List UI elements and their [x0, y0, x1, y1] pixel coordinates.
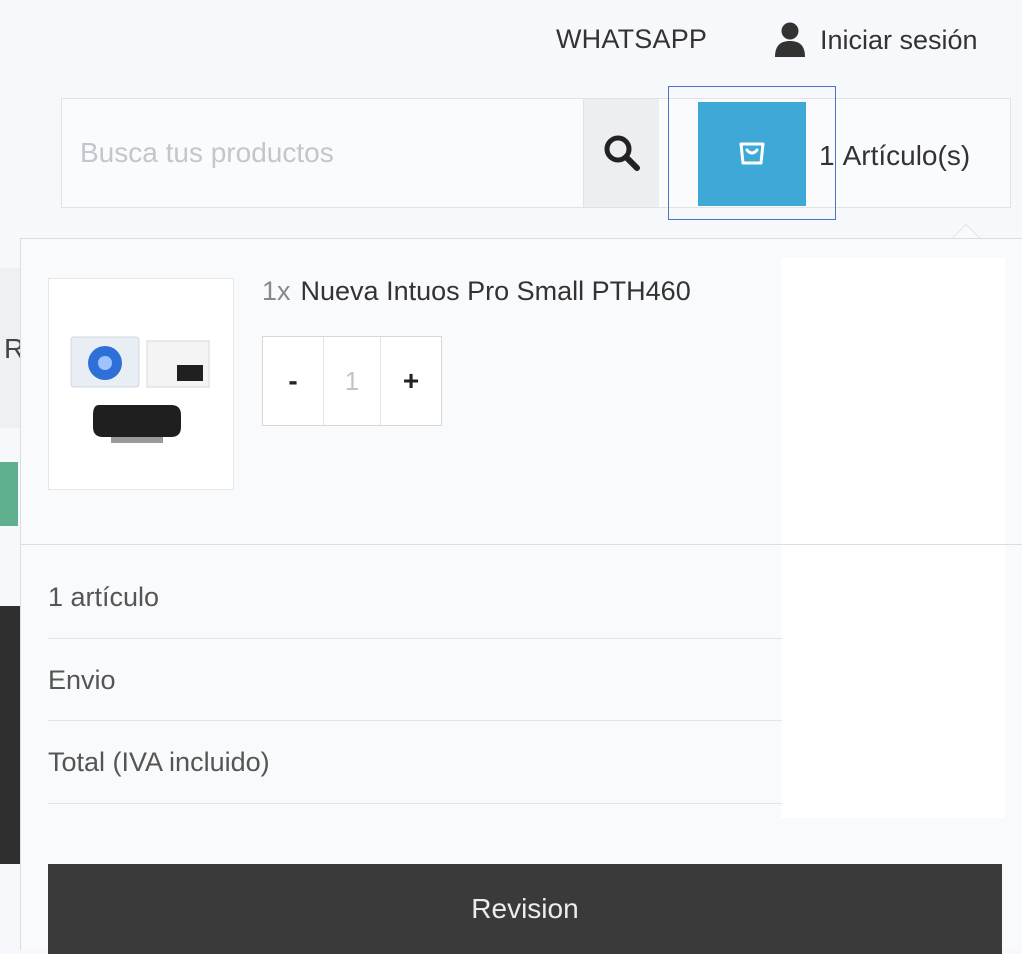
divider	[48, 803, 782, 804]
summary-items-label: 1 artículo	[48, 582, 160, 612]
background-banner-dark	[0, 606, 20, 864]
cart-item-name[interactable]: Nueva Intuos Pro Small PTH460	[301, 276, 691, 306]
checkout-button[interactable]: Revision	[48, 864, 1002, 954]
divider	[48, 720, 782, 721]
divider	[20, 544, 1022, 545]
summary-shipping-label: Envio	[48, 665, 116, 695]
summary-total-label: Total (IVA incluido)	[48, 747, 270, 777]
cart-count-label: Artículo(s)	[842, 140, 971, 171]
user-icon	[775, 22, 805, 57]
cart-count[interactable]: 1 Artículo(s)	[819, 140, 970, 172]
cart-item-quantity-prefix: 1x	[262, 276, 291, 306]
cart-item-title: 1x Nueva Intuos Pro Small PTH460	[262, 276, 691, 307]
product-image[interactable]	[48, 278, 234, 490]
divider	[48, 638, 782, 639]
search-icon	[604, 135, 640, 171]
increment-button[interactable]: +	[381, 337, 441, 425]
shopping-bag-icon	[739, 142, 765, 165]
dropdown-caret	[952, 224, 980, 238]
whatsapp-link[interactable]: WHATSAPP	[556, 24, 707, 55]
quantity-value[interactable]: 1	[323, 337, 381, 425]
cart-count-number: 1	[819, 140, 835, 171]
dropdown-side-panel	[781, 258, 1005, 818]
decrement-button[interactable]: -	[263, 337, 323, 425]
login-label: Iniciar sesión	[820, 24, 978, 55]
tablet-product-image	[70, 336, 210, 443]
login-link[interactable]: Iniciar sesión	[774, 22, 978, 58]
search-button[interactable]	[583, 99, 660, 207]
search-bar	[61, 98, 660, 208]
search-input[interactable]	[62, 99, 582, 207]
quantity-stepper: - 1 +	[262, 336, 442, 426]
background-banner-green	[0, 462, 18, 526]
top-bar: WHATSAPP Iniciar sesión	[0, 0, 1022, 80]
cart-button[interactable]	[698, 102, 806, 206]
